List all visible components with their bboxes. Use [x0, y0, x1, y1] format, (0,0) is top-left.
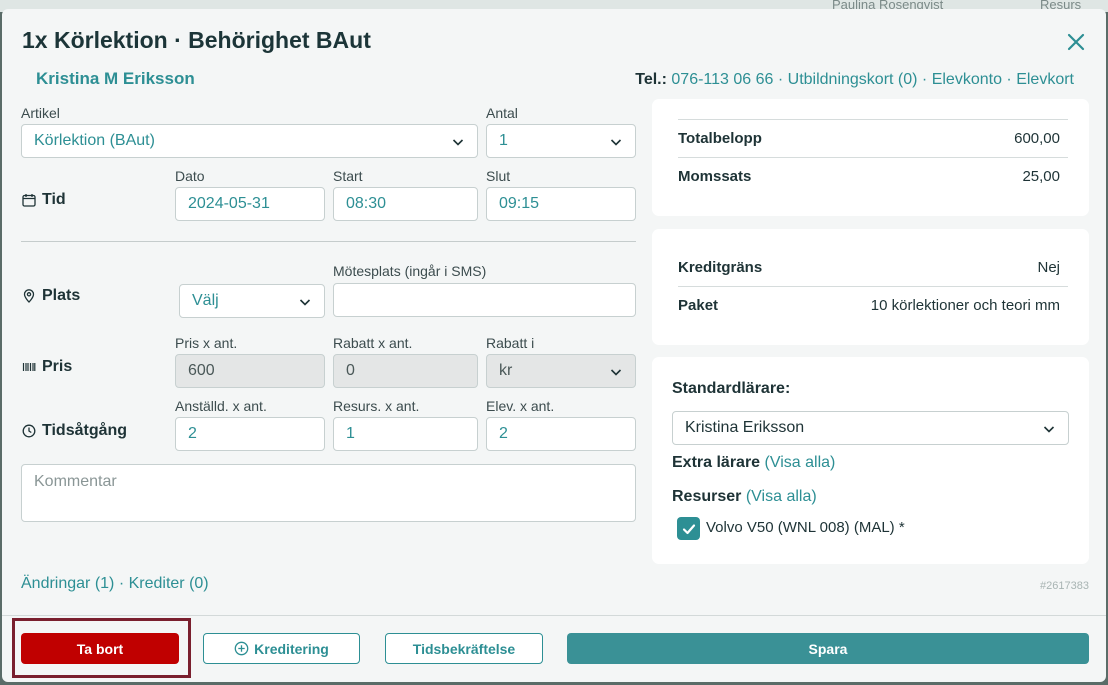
start-time-input[interactable]: 08:30	[333, 187, 478, 221]
map-pin-icon	[23, 289, 35, 303]
booking-reference: #2617383	[1040, 580, 1089, 592]
standard-teacher-select[interactable]: Kristina Eriksson	[672, 411, 1069, 445]
credit-limit-row: Kreditgräns Nej	[678, 248, 1068, 286]
quantity-value: 1	[499, 132, 508, 149]
divider	[21, 241, 636, 242]
resource-input[interactable]: 1	[333, 417, 478, 451]
vat-label: Momssats	[678, 168, 752, 185]
time-confirmation-button[interactable]: Tidsbekräftelse	[385, 633, 543, 664]
price-input: 600	[175, 354, 325, 388]
discount-unit-label: Rabatt i	[486, 335, 535, 351]
chevron-down-icon	[299, 299, 311, 306]
student-card-link[interactable]: Elevkort	[1016, 71, 1074, 88]
calendar-icon	[22, 194, 36, 207]
booking-modal: 1x Körlektion · Behörighet BAut Kristina…	[2, 9, 1106, 682]
place-select-value: Välj	[192, 292, 219, 309]
meeting-place-label: Mötesplats (ingår i SMS)	[333, 263, 487, 279]
discount-unit-select: kr	[486, 354, 636, 388]
credit-limit-value: Nej	[1037, 258, 1060, 276]
price-label: Pris x ant.	[175, 335, 238, 351]
student-count-input[interactable]: 2	[486, 417, 636, 451]
place-select[interactable]: Välj	[179, 284, 325, 318]
total-row: Totalbelopp 600,00	[678, 119, 1068, 157]
changes-link[interactable]: Ändringar (1)	[21, 575, 114, 592]
save-button[interactable]: Spara	[567, 633, 1089, 664]
package-value: 10 körlektioner och teori mm	[870, 297, 1060, 314]
total-value: 600,00	[1014, 130, 1060, 147]
discount-input: 0	[333, 354, 478, 388]
resource-checkbox[interactable]	[677, 517, 700, 540]
date-input[interactable]: 2024-05-31	[175, 187, 325, 221]
total-label: Totalbelopp	[678, 130, 762, 147]
place-row-label: Plats	[22, 287, 80, 305]
separator: ·	[777, 71, 784, 88]
price-row-label: Pris	[22, 358, 72, 376]
quantity-select[interactable]: 1	[486, 124, 636, 158]
vat-value: 25,00	[1022, 168, 1060, 185]
tel-label: Tel.:	[635, 71, 667, 88]
credit-limit-label: Kreditgräns	[678, 258, 763, 276]
standard-teacher-value: Kristina Eriksson	[685, 419, 805, 436]
credits-link[interactable]: Krediter (0)	[129, 575, 209, 592]
delete-button[interactable]: Ta bort	[21, 633, 179, 664]
chevron-down-icon	[1043, 426, 1055, 433]
credit-button-label: Kreditering	[254, 640, 329, 657]
time-usage-row-text: Tidsåtgång	[42, 422, 128, 439]
resources-show-all-link[interactable]: (Visa alla)	[746, 488, 817, 505]
end-time-input[interactable]: 09:15	[486, 187, 636, 221]
place-row-text: Plats	[42, 287, 81, 304]
package-label: Paket	[678, 297, 719, 314]
separator: ·	[921, 71, 928, 88]
barcode-icon	[22, 363, 36, 371]
phone-link[interactable]: 076-113 06 66	[671, 71, 773, 88]
discount-unit-value: kr	[499, 362, 513, 379]
extra-teacher-line: Extra lärare (Visa alla)	[672, 454, 835, 472]
comment-textarea[interactable]: Kommentar	[21, 464, 636, 522]
credit-card: Kreditgräns Nej Paket 10 körlektioner oc…	[652, 229, 1089, 345]
chevron-down-icon	[452, 139, 464, 146]
account-link[interactable]: Elevkonto	[932, 71, 1002, 88]
chevron-down-icon	[610, 139, 622, 146]
plus-circle-icon	[234, 641, 249, 656]
discount-label: Rabatt x ant.	[333, 335, 413, 351]
credit-button[interactable]: Kreditering	[203, 633, 360, 664]
resources-label: Resurser	[672, 488, 742, 505]
clock-icon	[22, 424, 36, 438]
checkmark-icon	[682, 523, 695, 534]
extra-teacher-label: Extra lärare	[672, 454, 761, 471]
meeting-place-input[interactable]	[333, 283, 636, 317]
article-value: Körlektion (BAut)	[34, 132, 155, 149]
extra-teacher-show-all-link[interactable]: (Visa alla)	[765, 454, 836, 471]
employee-label: Anställd. x ant.	[175, 398, 267, 414]
price-row-text: Pris	[42, 358, 73, 375]
resources-line: Resurser (Visa alla)	[672, 488, 817, 506]
changes-line: Ändringar (1) · Krediter (0)	[21, 575, 209, 593]
price-summary-card: Totalbelopp 600,00 Momssats 25,00	[652, 99, 1089, 216]
time-usage-row-label: Tidsåtgång	[22, 422, 127, 440]
footer-divider	[2, 615, 1106, 616]
quantity-label: Antal	[486, 105, 518, 121]
resource-label: Resurs. x ant.	[333, 398, 420, 414]
student-count-label: Elev. x ant.	[486, 398, 555, 414]
start-label: Start	[333, 168, 363, 184]
time-row-label: Tid	[22, 191, 66, 209]
modal-title: 1x Körlektion · Behörighet BAut	[22, 27, 371, 53]
separator: ·	[1006, 71, 1012, 88]
chevron-down-icon	[610, 369, 622, 376]
student-name-link[interactable]: Kristina M Eriksson	[36, 69, 195, 89]
end-label: Slut	[486, 168, 511, 184]
separator: ·	[118, 575, 125, 592]
close-icon[interactable]	[1064, 30, 1088, 54]
education-card-link[interactable]: Utbildningskort (0)	[788, 71, 918, 88]
package-row: Paket 10 körlektioner och teori mm	[678, 286, 1068, 324]
article-select[interactable]: Körlektion (BAut)	[21, 124, 478, 158]
time-row-text: Tid	[42, 191, 66, 208]
employee-input[interactable]: 2	[175, 417, 325, 451]
contact-line: Tel.: 076-113 06 66 · Utbildningskort (0…	[635, 71, 1074, 89]
vat-row: Momssats 25,00	[678, 157, 1068, 195]
article-label: Artikel	[21, 105, 60, 121]
standard-teacher-label: Standardlärare:	[672, 380, 791, 397]
date-label: Dato	[175, 168, 205, 184]
resource-item-label[interactable]: Volvo V50 (WNL 008) (MAL) *	[706, 519, 905, 536]
